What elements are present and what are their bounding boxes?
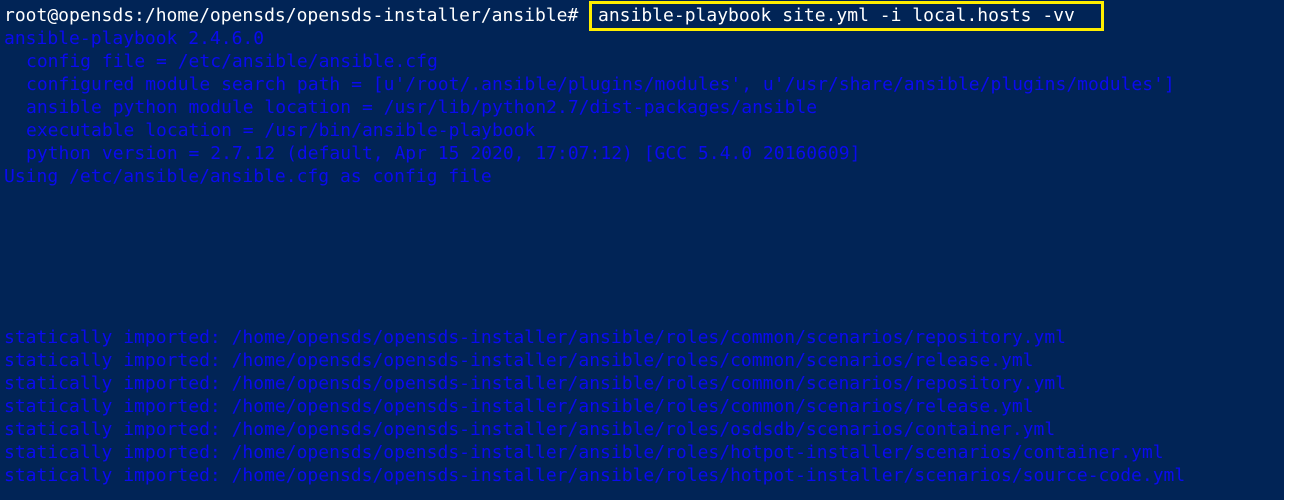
output-line-python-module: ansible python module location = /usr/li…	[26, 97, 818, 118]
terminal-window[interactable]: root@opensds:/home/opensds/opensds-insta…	[0, 0, 1296, 500]
output-line-version: ansible-playbook 2.4.6.0	[4, 28, 265, 49]
output-line-import-2: statically imported: /home/opensds/opens…	[4, 350, 1034, 371]
typed-command: ansible-playbook site.yml -i local.hosts…	[598, 5, 1075, 26]
output-line-config-file: config file = /etc/ansible/ansible.cfg	[26, 51, 438, 72]
output-line-import-6: statically imported: /home/opensds/opens…	[4, 442, 1164, 463]
shell-prompt: root@opensds:/home/opensds/opensds-insta…	[4, 5, 579, 26]
output-line-import-4: statically imported: /home/opensds/opens…	[4, 396, 1034, 417]
output-line-module-path: configured module search path = [u'/root…	[26, 74, 1175, 95]
output-line-executable: executable location = /usr/bin/ansible-p…	[26, 120, 536, 141]
output-line-import-1: statically imported: /home/opensds/opens…	[4, 327, 1067, 348]
output-line-import-3: statically imported: /home/opensds/opens…	[4, 373, 1067, 394]
output-line-import-7: statically imported: /home/opensds/opens…	[4, 465, 1186, 486]
window-edge	[1284, 0, 1296, 500]
output-line-python-version: python version = 2.7.12 (default, Apr 15…	[26, 143, 861, 164]
output-line-using-config: Using /etc/ansible/ansible.cfg as config…	[4, 166, 492, 187]
output-line-import-5: statically imported: /home/opensds/opens…	[4, 419, 1056, 440]
